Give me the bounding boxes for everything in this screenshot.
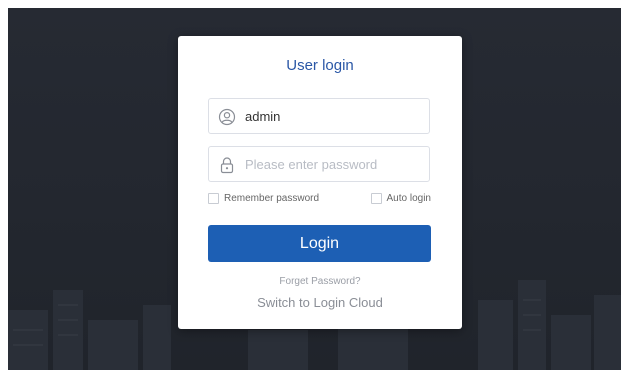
auto-login-label: Auto login [386, 193, 431, 204]
remember-password-checkbox[interactable] [208, 193, 219, 204]
remember-password-label: Remember password [224, 193, 320, 204]
login-background: User login Remember password [8, 8, 621, 370]
remember-password-option[interactable]: Remember password [208, 193, 319, 204]
auto-login-checkbox[interactable] [370, 193, 382, 204]
username-input[interactable] [245, 99, 425, 133]
username-field[interactable] [208, 98, 430, 134]
login-title: User login [286, 57, 354, 74]
login-button[interactable]: Login [208, 225, 431, 262]
password-field[interactable] [208, 146, 430, 182]
user-icon [218, 108, 236, 126]
login-options: Remember password Auto login [208, 193, 431, 209]
switch-to-cloud-link[interactable]: Switch to Login Cloud [178, 295, 462, 310]
auto-login-option[interactable]: Auto login [370, 193, 431, 204]
forget-password-link[interactable]: Forget Password? [178, 276, 462, 287]
lock-icon [220, 157, 234, 174]
login-card: User login Remember password [178, 36, 462, 329]
password-input[interactable] [245, 147, 425, 181]
